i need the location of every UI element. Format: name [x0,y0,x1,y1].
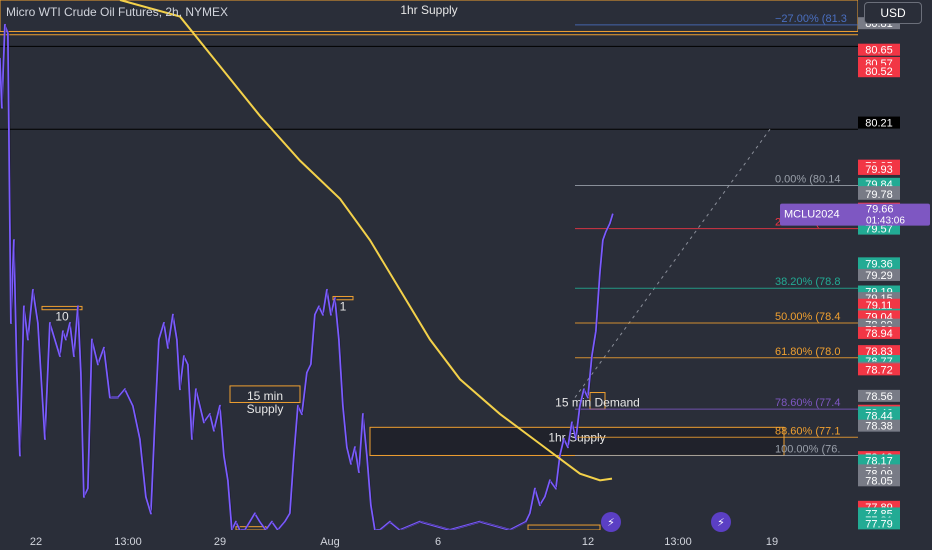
chart-svg[interactable]: 1hr Supply10115 minSupply 15 min Demand1h… [0,0,932,550]
x-tick-label: 12 [582,536,594,548]
chart-title: Micro WTI Crude Oil Futures, 2h, NYMEX [6,5,228,19]
zone-label: Supply [247,402,284,416]
fib-level-label: 0.00% (80.14 [775,174,840,186]
fib-level-label: −27.00% (81.3 [775,13,847,25]
fib-level-label: 88.60% (77.1 [775,425,840,437]
price-label: 78.05 [865,475,893,487]
zone-label: 1hr Supply [400,3,457,17]
x-tick-label: 13:00 [664,536,692,548]
fib-level-label: 100.00% (76. [775,443,840,455]
price-label: 78.38 [865,421,893,433]
fib-level-label: 38.20% (78.8 [775,276,840,288]
x-tick-label: 19 [766,536,778,548]
zone-label: 15 min Demand [555,396,640,410]
zone-label: 10 [55,309,69,323]
fib-level-label: 61.80% (78.0 [775,346,840,358]
x-tick-label: 13:00 [114,536,142,548]
zone-label: 15 min [247,389,283,403]
x-tick-label: 6 [435,536,441,548]
price-label: 80.21 [865,118,893,130]
x-tick-label: Aug [320,536,340,548]
price-label: 78.72 [865,364,893,376]
price-chart[interactable]: 1hr Supply 10 1 15 min Supply 15 min Demand 1h… [0,0,932,550]
price-label: 78.56 [865,391,893,403]
price-label: 80.52 [865,66,893,78]
symbol-name: MCLU2024 [784,209,840,221]
price-label: 79.78 [865,189,893,201]
symbol-countdown: 01:43:06 [866,216,905,227]
lightning-icon: ⚡ [607,516,615,529]
fib-level-label: 78.60% (77.4 [775,397,840,409]
zone-label: 1 [340,299,347,313]
chart-background [0,0,932,550]
symbol-price: 79.66 [866,204,894,216]
currency-button[interactable]: USD [864,2,922,24]
price-label: 79.36 [865,258,893,270]
price-label: 80.65 [865,45,893,57]
x-tick-label: 29 [214,536,226,548]
price-label: 78.94 [865,328,893,340]
lightning-icon: ⚡ [717,516,725,529]
fib-level-label: 50.00% (78.4 [775,311,840,323]
price-label: 79.29 [865,270,893,282]
price-label: 77.79 [865,518,893,530]
price-label: 79.93 [865,164,893,176]
x-tick-label: 22 [30,536,42,548]
